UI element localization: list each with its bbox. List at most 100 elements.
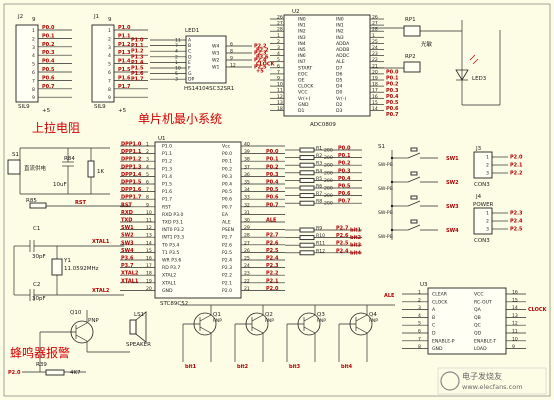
u2-right-net: P0.0 — [386, 70, 399, 76]
u2-left-pin: D1 — [298, 108, 305, 114]
u1-left-pin: INT0 P3.2 — [162, 227, 184, 233]
res-upper-net: P0.6 — [338, 191, 351, 197]
u3-ale: ALE — [384, 293, 395, 299]
u2-right-num: 19 — [372, 76, 378, 82]
u1-left-num: 16 — [146, 256, 152, 262]
c3-val: 10uF — [53, 182, 67, 188]
u1-left-pin: P1.2 — [162, 159, 172, 165]
led1-left-pin: D — [188, 54, 192, 60]
j2-pins-pin-num: 6 — [32, 70, 35, 76]
y1-val: 11.0592MHz — [64, 266, 99, 272]
j2-pins-pin-num: 2 — [32, 36, 35, 42]
u2-right-num: 24 — [372, 45, 378, 51]
j2-pins-pin-num: 4 — [32, 53, 35, 59]
switch-net: SW2 — [446, 180, 459, 186]
u2-right-net: P0.2 — [386, 82, 399, 88]
u2-part: ADC0809 — [310, 122, 336, 128]
u2-left-num: 9 — [277, 76, 280, 82]
u1-left-num: 10 — [146, 210, 152, 216]
rp1-ref: RP1 — [405, 17, 416, 23]
r85-body — [29, 202, 47, 209]
u1-left-net: DPP1.2 — [121, 157, 142, 163]
u3-right-num: 15 — [512, 297, 518, 303]
q-collector — [251, 326, 264, 334]
q10-ref: Q10 — [70, 310, 82, 316]
res-upper-ref: R8 — [316, 199, 322, 205]
switch-array: S1 SW-PB SW1 SW-PB SW2 SW-PB SW3 SW-PB SW4 — [378, 144, 459, 240]
res-upper-val: 200 — [324, 155, 333, 161]
y1-body — [51, 258, 63, 276]
connector-j2: J2 9 SIL9 1 P0.0 2 P0.1 3 P0.2 4 P0.3 5 P0.4 6 P0.5… — [15, 14, 72, 114]
switch-lever-icon — [407, 176, 421, 183]
u3-right-pin: QA — [474, 307, 482, 313]
u3-right-num: 14 — [512, 305, 518, 311]
u2-right-num: 21 — [372, 63, 378, 69]
u2-left-pin: START — [298, 65, 312, 71]
u1-left-num: 15 — [146, 248, 152, 254]
switch-cap — [410, 171, 418, 176]
u2-left-num: 28 — [277, 27, 283, 33]
u3-left-pin: CLEAR — [432, 292, 448, 298]
j2-pins-pin-num: 3 — [32, 45, 35, 51]
watermark-brand: 电子发烧友 — [462, 371, 502, 381]
res-upper-body — [299, 200, 315, 206]
u2-left-net: +5 — [256, 69, 264, 75]
u1-right-pin: PSEN — [222, 227, 234, 233]
res-upper-val: 200 — [324, 163, 333, 169]
u2-left-num: 18 — [277, 106, 283, 112]
res-upper-body — [299, 193, 315, 199]
u2-left-num: 13 — [277, 100, 283, 106]
u1-right-num: 24 — [244, 263, 250, 269]
res-upper-ref: R7 — [316, 191, 322, 197]
led1-left-net: P1.7 — [131, 77, 144, 83]
u2-right-net: P0.5 — [386, 100, 399, 106]
u1-left-num: 6 — [146, 180, 149, 186]
j1-pins-pin-net: P1.0 — [118, 25, 131, 31]
u1-left-net: SW3 — [121, 240, 134, 246]
buzzer-label: 蜂鸣器报警 — [10, 345, 70, 360]
u2-left-num: 27 — [277, 21, 283, 27]
u1-right-num: 32 — [244, 202, 250, 208]
q10-net: P2.0 — [8, 370, 21, 376]
j4-title: POWER — [473, 202, 494, 208]
u3-right-num: 9 — [512, 344, 515, 350]
u1-right-net: P0.0 — [266, 149, 279, 155]
connector-j3: J3 CON3 1 P2.0 2 P2.1 3 P2.2 — [473, 146, 523, 188]
u2-left-pin: IN1 — [298, 23, 306, 29]
u3-left-pin: ENABLE-P — [432, 338, 455, 344]
u2-right-num: 15 — [372, 100, 378, 106]
j3-pins-num: 3 — [486, 171, 489, 177]
led1-right-num: 9 — [230, 56, 233, 62]
c2-val: 30pF — [32, 296, 46, 302]
watermark-logo: 电子发烧友 www.elecfans.com — [437, 367, 547, 395]
u2-left-num: 1 — [277, 33, 280, 39]
u1-right-num: 31 — [244, 210, 250, 216]
u1-right-num: 38 — [244, 157, 250, 163]
res-upper-val: 200 — [324, 148, 333, 154]
u3-left-pin: B — [432, 315, 435, 321]
display-led1: LED1 HS14104SC32SR1 11 AP1.07 BP1.14 CP1.22… — [131, 28, 267, 92]
j3-pins-net: P2.2 — [510, 171, 523, 177]
res-lower-out: bit2 — [350, 235, 362, 241]
u1-left-pin: WR P3.6 — [162, 258, 181, 264]
res-lower-ref: R11 — [316, 241, 325, 247]
u1-left-pin: TXD P3.1 — [161, 220, 183, 226]
u1-left-pin: GND — [162, 288, 173, 294]
u1-right-pin: P0.4 — [222, 182, 232, 188]
j2-pins-pin-net: P0.3 — [42, 50, 55, 56]
j1-pins-pin-num: 7 — [108, 78, 111, 84]
u1-left-pin: RXD P3.0 — [162, 212, 183, 218]
j2-pins-pin-net: P0.1 — [42, 33, 55, 39]
j2-pins-pin-num: 5 — [32, 62, 35, 68]
u1-left-pin: P1.6 — [162, 189, 172, 195]
u3-left-num: 6 — [418, 329, 421, 335]
led1-left-pin: B — [188, 43, 191, 49]
u1-right-net: P0.4 — [266, 180, 279, 186]
res-upper-body — [299, 177, 315, 183]
watermark-url: www.elecfans.com — [462, 383, 523, 391]
rp1-body — [403, 25, 421, 37]
u2-right-num: 25 — [372, 39, 378, 45]
u1-left-pin: RD P3.7 — [162, 265, 180, 271]
power-reset-section: S1 直流供电 R84 10uF 1K R85 RST C1 30pF C2 3… — [7, 147, 130, 302]
u1-left-net: DPP1.3 — [121, 164, 142, 170]
